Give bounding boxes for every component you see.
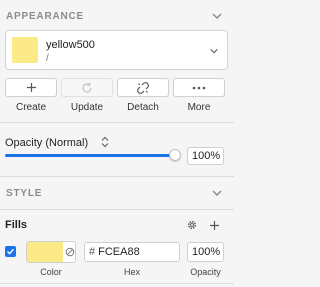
fill-color-well[interactable] [26, 241, 76, 263]
fill-settings-button[interactable] [185, 218, 199, 232]
style-section-title: STYLE [6, 187, 43, 199]
plus-icon [209, 220, 219, 230]
style-name: yellow500 [46, 39, 95, 51]
more-label: More [187, 102, 211, 113]
appearance-title: APPEARANCE [6, 10, 85, 22]
divider [0, 122, 234, 123]
checkmark-icon [7, 248, 15, 255]
color-mode-icon[interactable] [65, 247, 75, 257]
opacity-slider[interactable] [5, 154, 175, 157]
fill-enabled-checkbox[interactable] [5, 246, 16, 257]
style-selector[interactable]: yellow500 / [5, 30, 228, 70]
style-color-swatch [12, 37, 38, 63]
hex-value: FCEA88 [98, 246, 140, 258]
opacity-slider-thumb[interactable] [169, 149, 181, 161]
more-button[interactable] [173, 78, 225, 97]
chevron-down-icon[interactable] [209, 46, 219, 56]
hex-prefix: # [89, 246, 96, 258]
appearance-header[interactable]: APPEARANCE [0, 0, 234, 32]
unlink-icon [137, 81, 149, 94]
chevron-down-icon[interactable] [211, 187, 223, 199]
fill-opacity-input[interactable]: 100% [187, 242, 224, 262]
create-label: Create [15, 102, 46, 113]
style-section-header[interactable]: STYLE [0, 177, 234, 209]
divider [0, 283, 234, 284]
fill-color-swatch [27, 242, 63, 262]
detach-button[interactable] [117, 78, 169, 97]
hex-label: Hex [123, 267, 140, 277]
opacity-column-label: Opacity [190, 267, 221, 277]
fill-opacity-value: 100% [192, 246, 221, 258]
refresh-icon [82, 82, 92, 93]
add-fill-button[interactable] [207, 218, 221, 232]
create-button[interactable] [5, 78, 57, 97]
blend-mode-stepper-icon[interactable] [101, 136, 109, 148]
update-label: Update [70, 102, 104, 113]
more-icon [192, 86, 206, 89]
plus-icon [26, 83, 36, 92]
opacity-slider-fill [5, 154, 175, 157]
opacity-label: Opacity (Normal) [5, 137, 89, 149]
fills-title: Fills [5, 219, 28, 231]
hex-input[interactable]: # FCEA88 [84, 242, 180, 262]
opacity-input[interactable]: 100% [187, 147, 224, 165]
chevron-down-icon[interactable] [211, 10, 223, 22]
update-button[interactable] [61, 78, 113, 97]
detach-label: Detach [127, 102, 159, 113]
gear-icon [187, 220, 197, 230]
style-folder: / [46, 53, 49, 64]
opacity-value: 100% [192, 150, 221, 162]
color-label: Color [40, 267, 62, 277]
divider [0, 209, 234, 210]
